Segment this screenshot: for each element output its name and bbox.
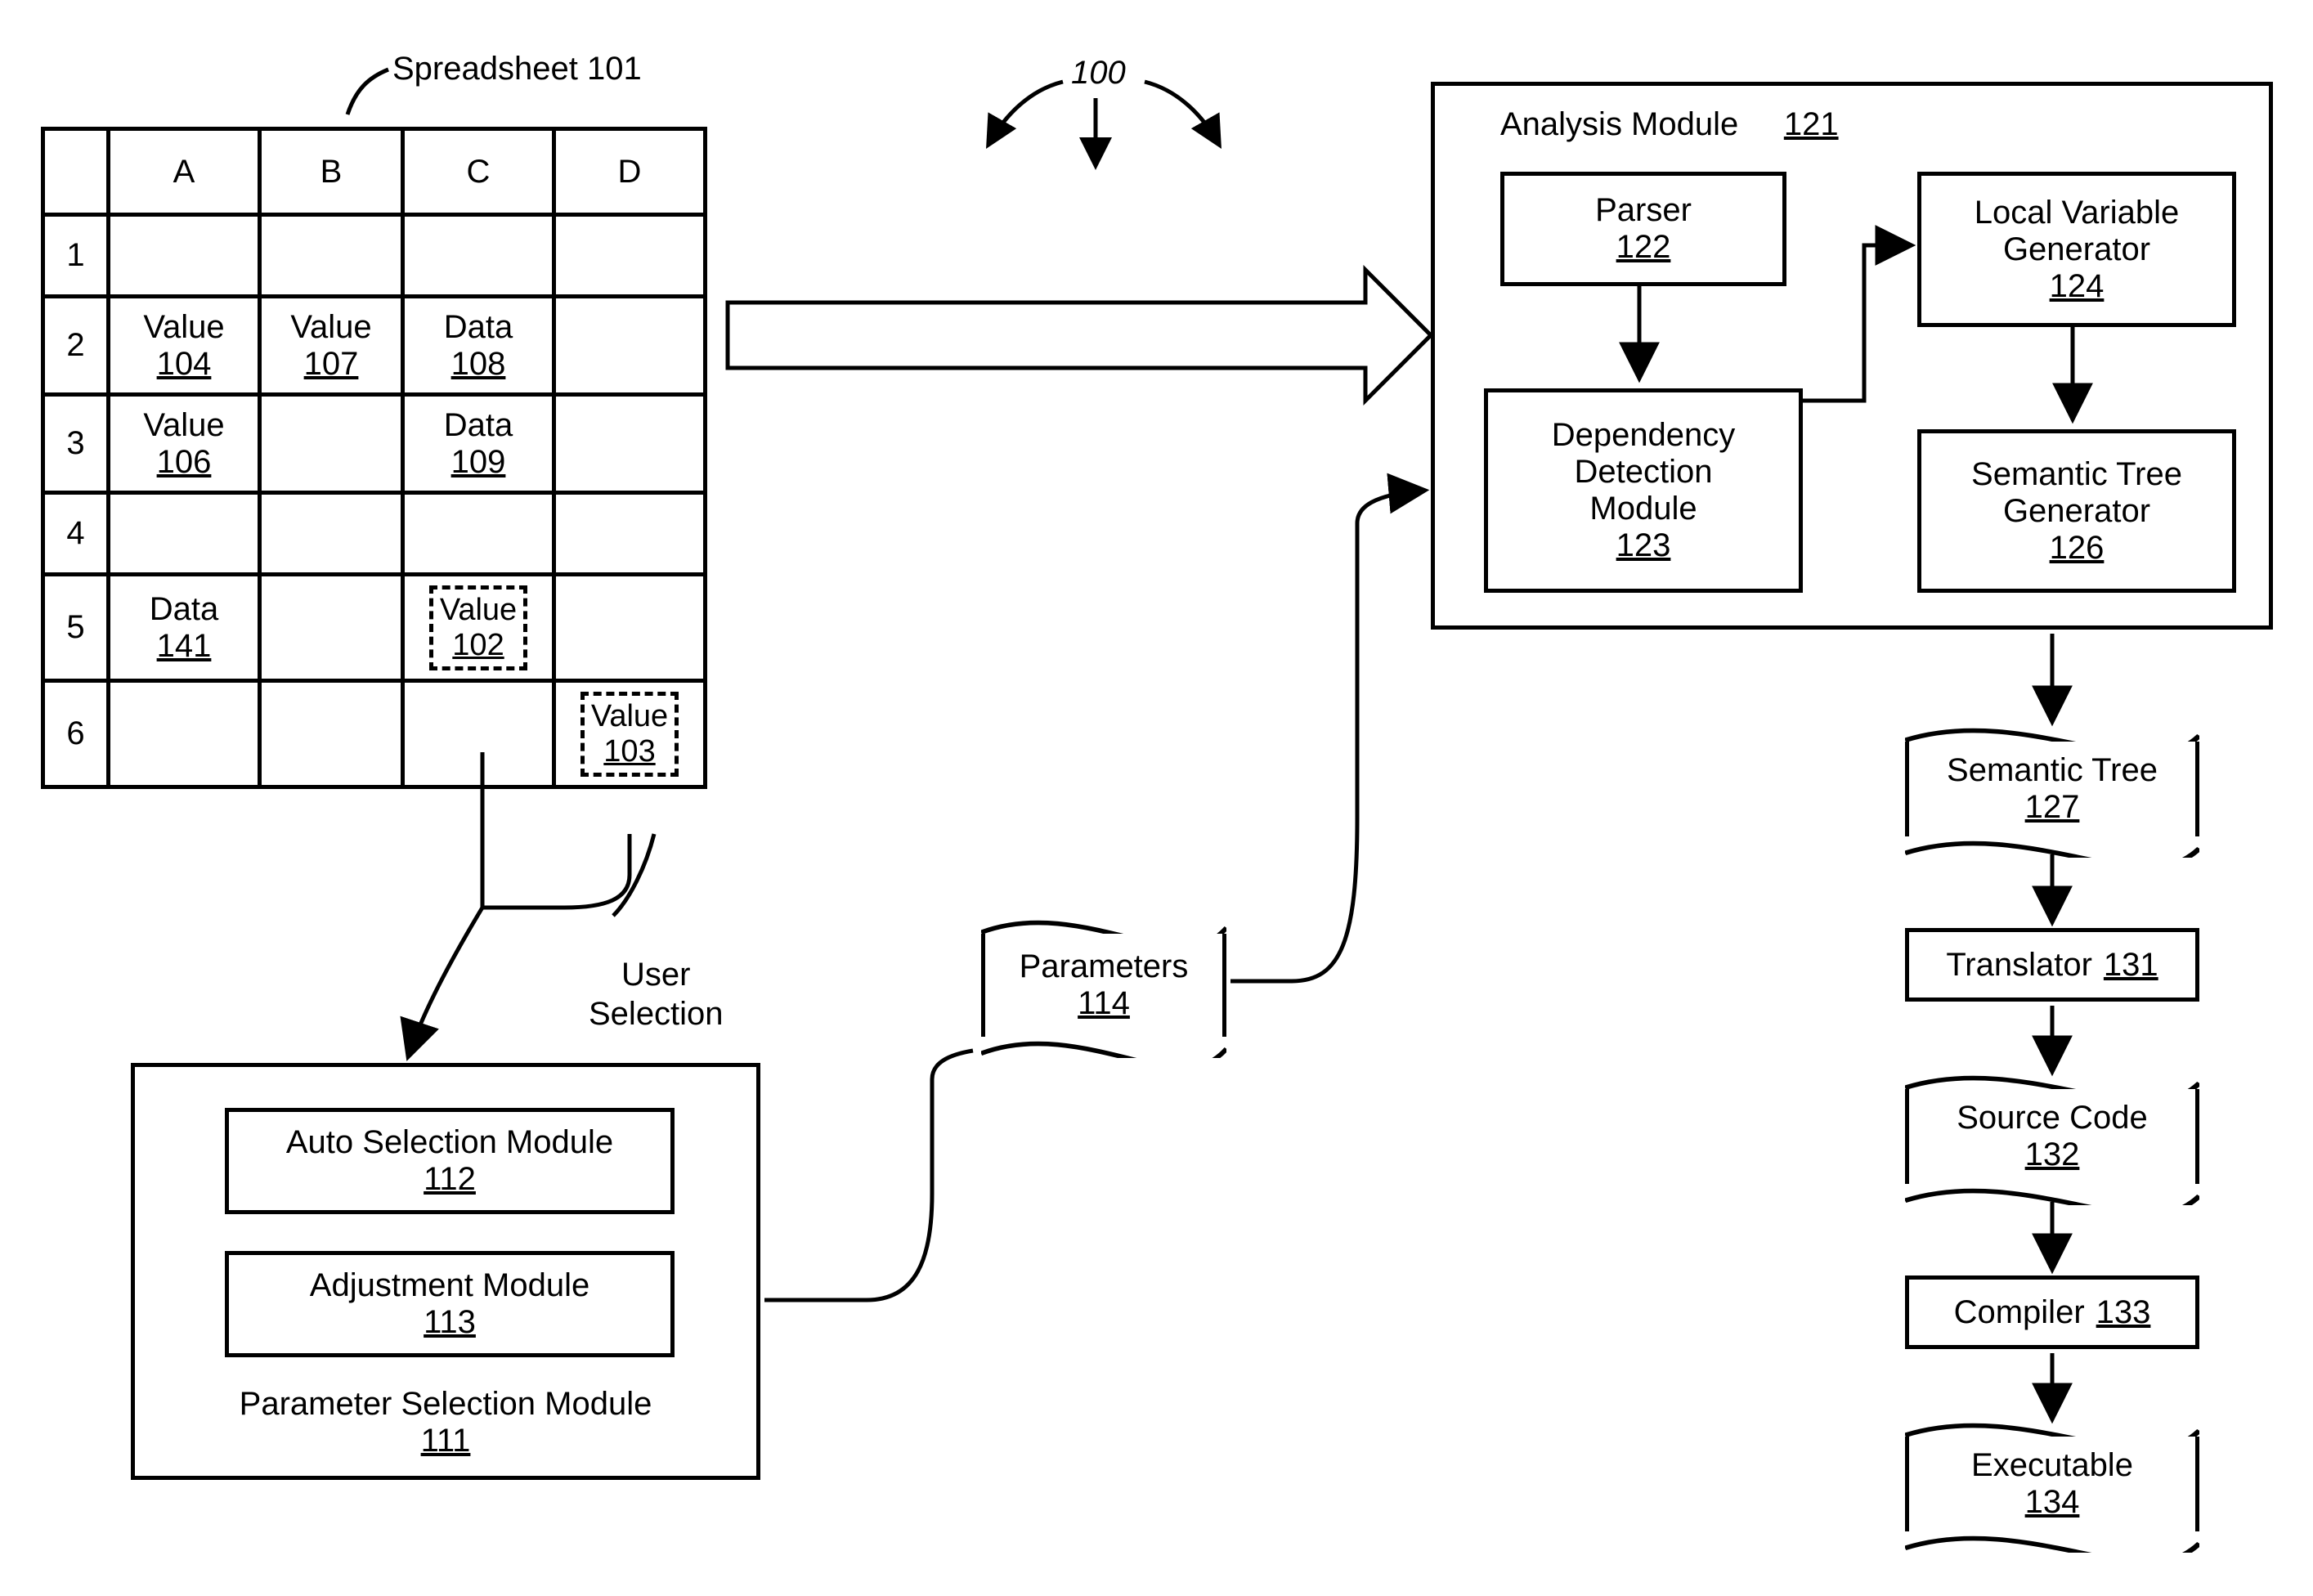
analysis-module: Analysis Module 121 Parser 122 Dependenc… [1431, 82, 2273, 630]
figure-ref: 100 [1071, 53, 1126, 92]
cell-C6 [403, 681, 554, 787]
col-B: B [260, 129, 403, 215]
adjustment-module: Adjustment Module 113 [225, 1251, 675, 1357]
cell-C2: Data108 [403, 297, 554, 395]
parser-box: Parser 122 [1500, 172, 1786, 286]
cell-D3 [554, 395, 706, 493]
row-4: 4 [43, 493, 109, 575]
cell-B4 [260, 493, 403, 575]
col-D: D [554, 129, 706, 215]
cell-C4 [403, 493, 554, 575]
cell-D1 [554, 215, 706, 297]
spreadsheet: A B C D 1 2 Value104 Value107 Data108 3 … [41, 127, 707, 789]
corner-cell [43, 129, 109, 215]
cell-C5: Value102 [403, 575, 554, 681]
cell-D5 [554, 575, 706, 681]
cell-A3: Value106 [109, 395, 260, 493]
cell-B1 [260, 215, 403, 297]
cell-D6: Value103 [554, 681, 706, 787]
cell-C5-selection: Value102 [429, 585, 527, 670]
cell-B2: Value107 [260, 297, 403, 395]
spreadsheet-title: Spreadsheet 101 [392, 49, 642, 88]
cell-D2 [554, 297, 706, 395]
source-code-doc: Source Code 132 [1905, 1079, 2199, 1194]
row-3: 3 [43, 395, 109, 493]
cell-B5 [260, 575, 403, 681]
cell-A5: Data141 [109, 575, 260, 681]
col-A: A [109, 129, 260, 215]
row-2: 2 [43, 297, 109, 395]
cell-B6 [260, 681, 403, 787]
cell-D4 [554, 493, 706, 575]
cell-C3: Data109 [403, 395, 554, 493]
user-selection-label: User Selection [589, 916, 724, 1033]
cell-A6 [109, 681, 260, 787]
cell-A2: Value104 [109, 297, 260, 395]
diagram-canvas: 100 Spreadsheet 101 A B C D [0, 0, 2313, 1596]
compiler-box: Compiler 133 [1905, 1275, 2199, 1349]
row-6: 6 [43, 681, 109, 787]
analysis-module-title: Analysis Module 121 [1500, 106, 1839, 143]
semantic-tree-generator-box: Semantic TreeGenerator 126 [1917, 429, 2236, 593]
row-5: 5 [43, 575, 109, 681]
parameter-selection-module: Auto Selection Module 112 Adjustment Mod… [131, 1063, 760, 1480]
cell-A4 [109, 493, 260, 575]
cell-B3 [260, 395, 403, 493]
auto-selection-module: Auto Selection Module 112 [225, 1108, 675, 1214]
cell-C1 [403, 215, 554, 297]
semantic-tree-doc: Semantic Tree 127 [1905, 732, 2199, 846]
dependency-detection-box: DependencyDetectionModule 123 [1484, 388, 1803, 593]
row-1: 1 [43, 215, 109, 297]
cell-A1 [109, 215, 260, 297]
parameters-doc: Parameters 114 [981, 924, 1226, 1047]
parameter-selection-title: Parameter Selection Module 111 [135, 1386, 756, 1459]
local-variable-generator-box: Local VariableGenerator 124 [1917, 172, 2236, 327]
translator-box: Translator 131 [1905, 928, 2199, 1002]
cell-D6-selection: Value103 [580, 692, 679, 777]
executable-doc: Executable 134 [1905, 1427, 2199, 1541]
col-C: C [403, 129, 554, 215]
